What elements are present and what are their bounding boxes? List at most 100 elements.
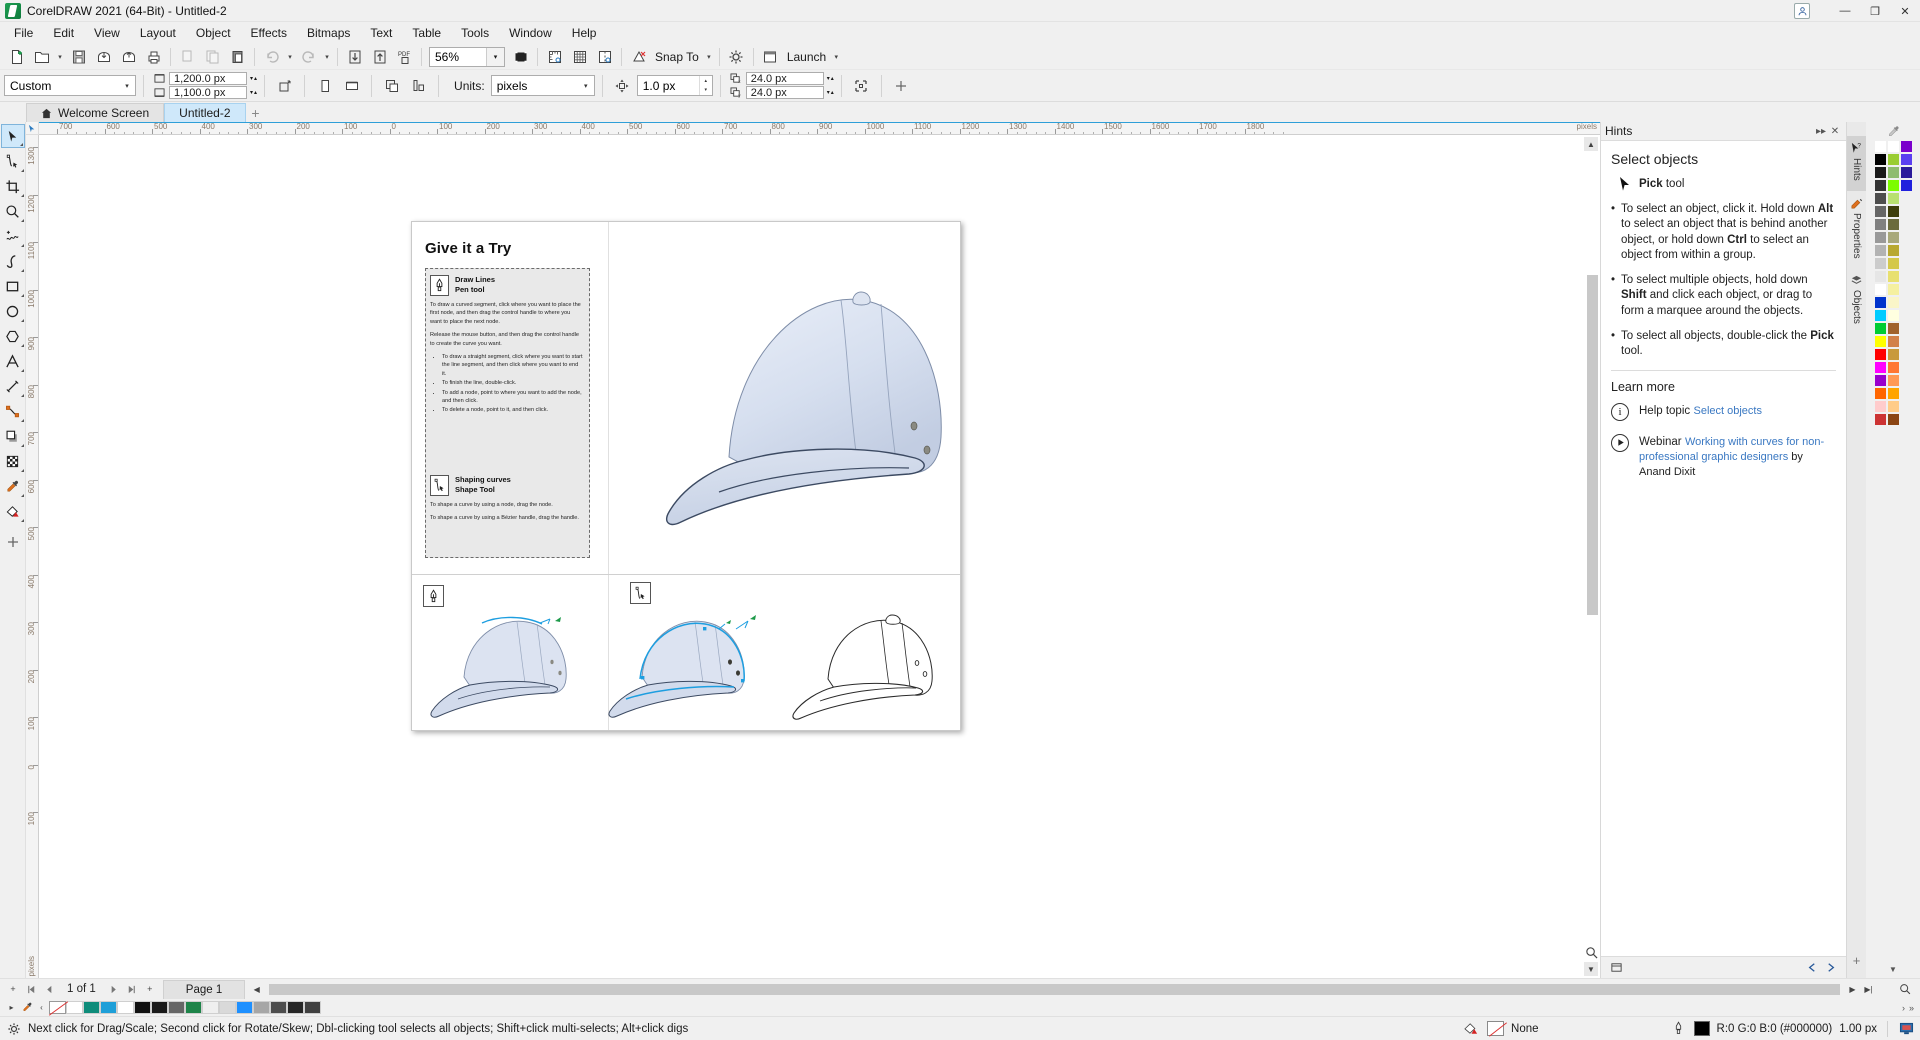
help-topic-link[interactable]: Select objects xyxy=(1693,405,1761,417)
hscroll-end-icon[interactable]: ▶| xyxy=(1861,982,1876,997)
scroll-down-button[interactable]: ▼ xyxy=(1584,962,1598,976)
palette-swatch[interactable] xyxy=(1886,153,1900,166)
menu-layout[interactable]: Layout xyxy=(130,23,186,43)
palette-swatch[interactable] xyxy=(1899,270,1913,283)
publish-pdf-icon[interactable]: PDF xyxy=(392,45,417,69)
new-document-icon[interactable] xyxy=(4,45,29,69)
nudge-spin[interactable]: ▴ ▾ xyxy=(698,76,712,95)
first-page-button[interactable] xyxy=(22,980,40,999)
palette-swatch[interactable] xyxy=(1886,322,1900,335)
docker-tab-properties[interactable]: Properties xyxy=(1847,191,1867,269)
document-palette-swatch[interactable] xyxy=(219,1001,236,1014)
palette-eyedropper-small-icon[interactable] xyxy=(19,1000,34,1015)
palette-swatch[interactable] xyxy=(1899,296,1913,309)
horizontal-scrollbar[interactable] xyxy=(269,983,1840,995)
export-file-icon[interactable] xyxy=(367,45,392,69)
palette-swatch[interactable] xyxy=(1873,335,1887,348)
menu-object[interactable]: Object xyxy=(186,23,241,43)
edit-bounding-box-icon[interactable] xyxy=(849,74,874,98)
palette-swatch[interactable] xyxy=(1899,387,1913,400)
scroll-up-button[interactable]: ▲ xyxy=(1584,137,1598,151)
duplicate-y-spin[interactable]: ▾ ▴ xyxy=(827,89,834,96)
fill-color-icon[interactable] xyxy=(1463,1021,1480,1036)
document-palette-swatch[interactable] xyxy=(134,1001,151,1014)
landscape-orientation-icon[interactable] xyxy=(339,74,364,98)
menu-view[interactable]: View xyxy=(84,23,130,43)
palette-swatch[interactable] xyxy=(1899,179,1913,192)
docker-forward-icon[interactable] xyxy=(1821,959,1841,977)
outline-color-swatch[interactable] xyxy=(1693,1021,1710,1036)
show-grid-icon[interactable] xyxy=(567,45,592,69)
palette-swatch-grid[interactable] xyxy=(1873,140,1913,426)
page-height-spin[interactable]: ▾ ▴ xyxy=(250,89,257,96)
palette-swatch[interactable] xyxy=(1873,257,1887,270)
tool-parallel-dimension[interactable] xyxy=(1,374,25,398)
palette-swatch[interactable] xyxy=(1899,231,1913,244)
menu-file[interactable]: File xyxy=(4,23,43,43)
tool-artistic-media[interactable] xyxy=(1,249,25,273)
palette-swatch[interactable] xyxy=(1886,348,1900,361)
document-palette-swatch[interactable] xyxy=(236,1001,253,1014)
launch-chevron-icon[interactable]: ▾ xyxy=(830,45,842,69)
palette-swatch[interactable] xyxy=(1886,218,1900,231)
outline-swatch[interactable] xyxy=(1487,1021,1505,1036)
palette-swatch[interactable] xyxy=(1899,140,1913,153)
palette-swatch[interactable] xyxy=(1899,244,1913,257)
document-palette-swatch[interactable] xyxy=(202,1001,219,1014)
tool-pick[interactable] xyxy=(0,124,25,148)
palette-swatch[interactable] xyxy=(1899,257,1913,270)
status-gear-icon[interactable] xyxy=(6,1021,22,1037)
tool-add-customize[interactable] xyxy=(1,530,25,554)
drawing-area[interactable]: ▲ ▼ Give it a Try Draw Lines Pen tool To… xyxy=(39,135,1600,978)
palette-swatch[interactable] xyxy=(1899,283,1913,296)
palette-swatch[interactable] xyxy=(1899,361,1913,374)
document-palette-swatch[interactable] xyxy=(304,1001,321,1014)
canvas-zoom-icon[interactable] xyxy=(1897,982,1912,997)
page-preset-combo[interactable]: ▾ xyxy=(4,75,136,96)
open-document-icon[interactable] xyxy=(29,45,54,69)
palette-swatch[interactable] xyxy=(1873,413,1887,426)
palette-swatch[interactable] xyxy=(1886,400,1900,413)
palette-swatch[interactable] xyxy=(1873,231,1887,244)
import-file-icon[interactable] xyxy=(342,45,367,69)
snap-to-chevron-icon[interactable]: ▾ xyxy=(703,45,715,69)
palette-swatch[interactable] xyxy=(1886,140,1900,153)
palette-swatch[interactable] xyxy=(1873,140,1887,153)
tool-color-eyedropper[interactable] xyxy=(1,474,25,498)
palette-swatch[interactable] xyxy=(1886,231,1900,244)
palette-swatch[interactable] xyxy=(1886,166,1900,179)
palette-swatch[interactable] xyxy=(1873,153,1887,166)
document-palette-swatch[interactable] xyxy=(100,1001,117,1014)
document-palette-swatch[interactable] xyxy=(151,1001,168,1014)
palette-swatch[interactable] xyxy=(1873,387,1887,400)
zoom-level-input[interactable] xyxy=(430,47,486,66)
undo-chevron-icon[interactable]: ▾ xyxy=(284,45,296,69)
palette-swatch[interactable] xyxy=(1873,322,1887,335)
close-button[interactable]: ✕ xyxy=(1890,0,1920,22)
options-gear-icon[interactable] xyxy=(724,45,749,69)
cut-icon[interactable] xyxy=(175,45,200,69)
page-preset-chevron-icon[interactable]: ▾ xyxy=(119,76,135,95)
tool-freehand[interactable] xyxy=(1,224,25,248)
nudge-icon[interactable] xyxy=(610,74,635,98)
export-icon[interactable] xyxy=(116,45,141,69)
docker-collapse-icon[interactable]: ▸▸ xyxy=(1814,124,1828,138)
document-palette-swatch[interactable] xyxy=(66,1001,83,1014)
palette-swatch[interactable] xyxy=(1873,400,1887,413)
tool-zoom[interactable] xyxy=(1,199,25,223)
palette-swatch[interactable] xyxy=(1886,283,1900,296)
palette-swatch[interactable] xyxy=(1899,335,1913,348)
tab-untitled-2[interactable]: Untitled-2 xyxy=(164,103,246,122)
menu-effects[interactable]: Effects xyxy=(241,23,297,43)
launch-label[interactable]: Launch xyxy=(783,50,830,64)
zoom-chevron-icon[interactable]: ▾ xyxy=(486,47,504,66)
palette-swatch[interactable] xyxy=(1873,309,1887,322)
palette-swatch[interactable] xyxy=(1899,413,1913,426)
palette-scroll-down-icon[interactable]: ▼ xyxy=(1889,965,1897,974)
palette-swatch[interactable] xyxy=(1886,179,1900,192)
palette-swatch[interactable] xyxy=(1886,374,1900,387)
palette-swatch[interactable] xyxy=(1873,192,1887,205)
vertical-ruler[interactable]: pixels 1300 1200 1100 1000 900 800 700 600 500 40… xyxy=(26,135,39,978)
duplicate-x-value[interactable]: 24.0 px xyxy=(745,72,824,85)
nudge-distance-input[interactable] xyxy=(637,76,699,95)
